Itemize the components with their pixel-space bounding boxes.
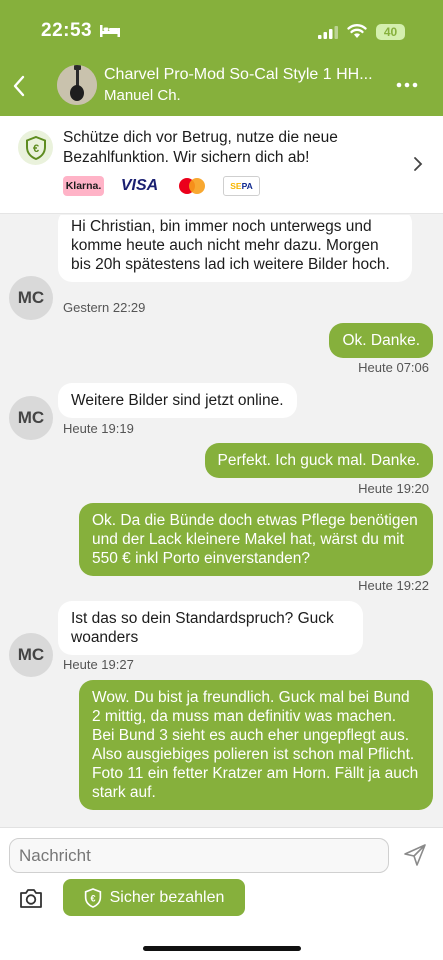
avatar: MC — [9, 396, 53, 440]
listing-title[interactable]: Charvel Pro-Mod So-Cal Style 1 HH... — [104, 66, 384, 84]
message-bubble-outgoing[interactable]: Perfekt. Ich guck mal. Danke. — [204, 443, 433, 478]
message-bubble-outgoing[interactable]: Ok. Da die Bünde doch etwas Pflege benöt… — [79, 503, 433, 576]
message-bubble-incoming[interactable]: Ist das so dein Standardspruch? Guck woa… — [58, 601, 363, 655]
sepa-logo: SE PA — [223, 176, 260, 196]
avatar: MC — [9, 633, 53, 677]
home-indicator — [143, 946, 301, 951]
message-bubble-outgoing[interactable]: Ok. Danke. — [329, 323, 433, 358]
message-timestamp: Heute 07:06 — [358, 360, 429, 375]
klarna-logo: Klarna. — [63, 176, 104, 196]
payment-logos: Klarna. VISA SE PA — [63, 176, 260, 196]
sepa-logo-pa: PA — [241, 181, 253, 191]
message-text: Wow. Du bist ja freundlich. Guck mal bei… — [92, 689, 419, 801]
secure-pay-button[interactable]: € Sicher bezahlen — [63, 879, 245, 916]
sepa-logo-se: SE — [230, 181, 242, 191]
message-text: Perfekt. Ich guck mal. Danke. — [217, 452, 420, 469]
composer: € Sicher bezahlen — [0, 827, 443, 960]
secure-payment-banner[interactable]: € Schütze dich vor Betrug, nutze die neu… — [0, 116, 443, 214]
camera-icon[interactable] — [19, 887, 43, 909]
mastercard-logo — [175, 176, 211, 196]
message-bubble-outgoing[interactable]: Wow. Du bist ja freundlich. Guck mal bei… — [79, 680, 433, 810]
more-options-icon[interactable] — [396, 82, 418, 88]
status-time: 22:53 — [41, 20, 93, 41]
message-text: Ok. Danke. — [342, 332, 420, 349]
message-timestamp: Heute 19:20 — [358, 481, 429, 496]
battery-level: 40 — [383, 25, 398, 39]
chat-thread[interactable]: Hi Christian, bin immer noch unterwegs u… — [0, 215, 443, 827]
message-bubble-incoming[interactable]: Hi Christian, bin immer noch unterwegs u… — [58, 215, 412, 282]
visa-logo: VISA — [120, 177, 159, 194]
back-arrow-icon[interactable] — [10, 74, 28, 98]
message-timestamp: Heute 19:19 — [63, 421, 134, 436]
battery-icon: 40 — [376, 24, 405, 40]
sleep-mode-icon — [100, 25, 120, 37]
message-text: Hi Christian, bin immer noch unterwegs u… — [71, 218, 390, 273]
avatar-initials: MC — [17, 645, 45, 664]
listing-thumbnail[interactable] — [57, 65, 97, 105]
message-input[interactable] — [9, 838, 389, 873]
avatar-initials: MC — [17, 288, 45, 307]
avatar: MC — [9, 276, 53, 320]
chevron-right-icon[interactable] — [413, 156, 423, 172]
message-bubble-incoming[interactable]: Weitere Bilder sind jetzt online. — [58, 383, 297, 418]
shield-euro-icon: € — [18, 130, 53, 165]
svg-text:€: € — [90, 893, 95, 903]
top-bar: 22:53 40 Charvel Pro-Mod So-Cal Style 1 … — [0, 0, 443, 116]
svg-text:€: € — [32, 143, 38, 155]
secure-pay-label: Sicher bezahlen — [109, 888, 225, 906]
seller-name: Manuel Ch. — [104, 87, 181, 104]
avatar-initials: MC — [17, 408, 45, 427]
wifi-icon — [347, 24, 367, 38]
message-timestamp: Heute 19:27 — [63, 657, 134, 672]
message-text: Ok. Da die Bünde doch etwas Pflege benöt… — [92, 512, 418, 567]
message-text: Ist das so dein Standardspruch? Guck woa… — [71, 610, 334, 646]
shield-euro-icon: € — [84, 887, 101, 908]
guitar-image — [57, 65, 97, 105]
send-icon[interactable] — [403, 843, 427, 867]
message-timestamp: Heute 19:22 — [358, 578, 429, 593]
banner-text: Schütze dich vor Betrug, nutze die neue … — [63, 129, 338, 166]
signal-icon — [318, 26, 338, 39]
message-text: Weitere Bilder sind jetzt online. — [71, 392, 284, 409]
message-timestamp: Gestern 22:29 — [63, 300, 146, 315]
